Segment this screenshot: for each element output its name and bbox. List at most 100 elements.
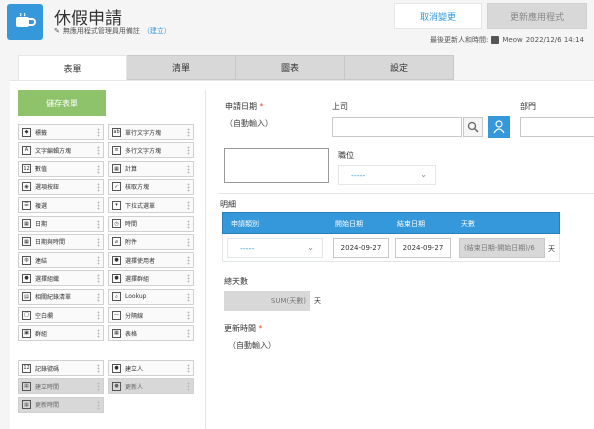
drag-handle-icon[interactable] — [187, 329, 190, 339]
drag-handle-icon[interactable] — [97, 311, 100, 320]
panel-divider — [205, 90, 206, 429]
drag-handle-icon[interactable] — [97, 274, 100, 284]
palette-item-number[interactable]: 12 數值 — [18, 160, 104, 177]
number-icon: 12 — [22, 164, 31, 174]
drag-handle-icon[interactable] — [187, 219, 190, 229]
palette-item-org-select[interactable]: ● 選擇組織 — [18, 270, 104, 287]
supervisor-label: 上司 — [332, 102, 348, 111]
th-category: 申請類別 — [231, 220, 259, 228]
drag-handle-icon[interactable] — [97, 201, 100, 211]
palette-item-table[interactable]: ▦ 表格 — [108, 325, 194, 342]
position-dropdown[interactable]: ----- ⌄ — [338, 165, 436, 185]
palette-item-rich-text[interactable]: A 文字編輯方塊 — [18, 142, 104, 159]
supervisor-search-button[interactable] — [463, 117, 483, 137]
category-dropdown[interactable]: ----- ⌄ — [227, 238, 323, 258]
tab-form[interactable]: 表單 — [18, 55, 127, 80]
system-field-created-time[interactable]: ▦ 建立時間 — [18, 378, 104, 395]
drag-handle-icon[interactable] — [187, 311, 190, 320]
system-field-record-number[interactable]: 12 記錄號碼 — [18, 360, 104, 376]
drag-handle-icon[interactable] — [187, 182, 190, 192]
org-select-icon: ● — [22, 273, 31, 283]
palette-item-attachment[interactable]: ⌀ 附件 — [108, 233, 194, 250]
palette-item-label: 群組 — [35, 330, 48, 338]
drag-handle-icon[interactable] — [97, 292, 100, 302]
palette-item-label: 選項按鈕 — [35, 184, 60, 192]
drag-handle-icon[interactable] — [187, 364, 190, 373]
palette-item-radio[interactable]: ◉ 選項按鈕 — [18, 178, 104, 195]
drag-handle-icon[interactable] — [97, 128, 100, 137]
start-date-input[interactable]: 2024-09-27 — [333, 238, 389, 258]
update-app-button[interactable]: 更新應用程式 — [487, 3, 587, 29]
drag-handle-icon[interactable] — [97, 146, 100, 156]
palette-item-tag[interactable]: ◆ 標籤 — [18, 124, 104, 140]
chevron-down-icon: ⌄ — [420, 170, 427, 179]
drag-handle-icon[interactable] — [97, 164, 100, 174]
th-days: 天數 — [461, 220, 475, 228]
chevron-down-icon: ⌄ — [307, 243, 314, 252]
cancel-changes-button[interactable]: 取消變更 — [394, 3, 482, 29]
drag-handle-icon[interactable] — [97, 400, 100, 410]
drag-handle-icon[interactable] — [97, 329, 100, 339]
supervisor-user-picker-button[interactable] — [488, 116, 510, 138]
checkbox-icon: ✓ — [112, 182, 121, 192]
palette-item-user-select[interactable]: ● 選擇使用者 — [108, 252, 194, 269]
total-days-calc-field: SUM(天數) — [224, 291, 310, 311]
tab-graph[interactable]: 圖表 — [236, 55, 345, 80]
drag-handle-icon[interactable] — [187, 164, 190, 174]
drag-handle-icon[interactable] — [187, 201, 190, 211]
palette-item-group[interactable]: ▣ 群組 — [18, 325, 104, 342]
palette-item-multi-select[interactable]: ☰ 複選 — [18, 197, 104, 214]
palette-item-single-line-text[interactable]: ab 單行文字方塊 — [108, 124, 194, 140]
palette-item-checkbox[interactable]: ✓ 核取方塊 — [108, 178, 194, 195]
palette-item-related-records[interactable]: ▤ 相關紀錄清單 — [18, 288, 104, 305]
supervisor-input[interactable] — [332, 117, 462, 137]
tab-list[interactable]: 清單 — [127, 55, 236, 80]
palette-item-link[interactable]: ◍ 連結 — [18, 252, 104, 269]
palette-item-multi-line-text[interactable]: ≡ 多行文字方塊 — [108, 142, 194, 159]
drag-handle-icon[interactable] — [187, 146, 190, 156]
palette-item-divider[interactable]: — 分隔線 — [108, 307, 194, 323]
department-input[interactable] — [520, 117, 594, 137]
drag-handle-icon[interactable] — [97, 364, 100, 373]
details-table-header: 申請類別 開始日期 結束日期 天數 — [222, 212, 560, 234]
system-field-updater[interactable]: ● 更新人 — [108, 378, 194, 395]
palette-item-calc[interactable]: ▦ 計算 — [108, 160, 194, 177]
drag-handle-icon[interactable] — [187, 292, 190, 302]
palette-item-lookup[interactable]: ⌕ Lookup — [108, 288, 194, 305]
memo-create-link[interactable]: （建立） — [143, 26, 171, 36]
blank-space-field[interactable] — [224, 148, 329, 183]
memo-icon: ✎ — [54, 27, 60, 35]
palette-item-dropdown[interactable]: ▾ 下拉式選單 — [108, 197, 194, 214]
drag-handle-icon[interactable] — [187, 274, 190, 284]
drag-handle-icon[interactable] — [97, 182, 100, 192]
drag-handle-icon[interactable] — [187, 128, 190, 137]
divider-icon: — — [112, 310, 121, 320]
user-icon — [493, 120, 505, 134]
tab-settings[interactable]: 設定 — [345, 55, 454, 80]
drag-handle-icon[interactable] — [97, 256, 100, 266]
single-line-text-icon: ab — [112, 127, 121, 137]
system-field-updated-time[interactable]: ▦ 更新時間 — [18, 396, 104, 413]
system-field-label: 更新人 — [125, 383, 144, 391]
palette-item-clock[interactable]: ◷ 時間 — [108, 215, 194, 232]
apply-date-label: 申請日期 * — [225, 102, 264, 111]
end-date-input[interactable]: 2024-09-27 — [395, 238, 451, 258]
save-form-button[interactable]: 儲存表單 — [18, 90, 106, 116]
palette-item-datetime[interactable]: ▦ 日期與時間 — [18, 233, 104, 250]
palette-item-label: 核取方塊 — [125, 184, 150, 192]
drag-handle-icon[interactable] — [97, 382, 100, 392]
palette-item-label: 複選 — [35, 202, 48, 210]
palette-item-group-select[interactable]: ● 選擇群組 — [108, 270, 194, 287]
drag-handle-icon[interactable] — [97, 219, 100, 229]
drag-handle-icon[interactable] — [187, 382, 190, 392]
palette-item-date[interactable]: ▦ 日期 — [18, 215, 104, 232]
drag-handle-icon[interactable] — [187, 256, 190, 266]
updated-time-label: 更新時間 * — [224, 324, 263, 333]
drag-handle-icon[interactable] — [187, 237, 190, 247]
drag-handle-icon[interactable] — [97, 237, 100, 247]
system-field-creator[interactable]: ● 建立人 — [108, 360, 194, 376]
palette-item-space[interactable]: □ 空白欄 — [18, 307, 104, 323]
updated-time-icon: ▦ — [22, 400, 31, 410]
space-icon: □ — [22, 310, 31, 320]
creator-icon: ● — [112, 363, 121, 373]
